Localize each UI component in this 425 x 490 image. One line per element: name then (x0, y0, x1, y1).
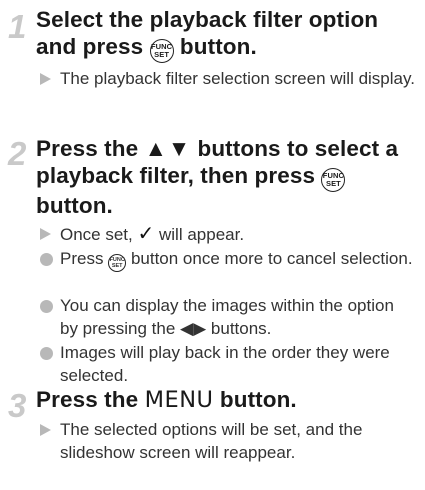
triangle-bullet-icon (40, 424, 51, 436)
circle-bullet-icon (40, 347, 53, 360)
step-1-title: Select the playback filter option and pr… (36, 6, 416, 63)
step-2-title: Press the ▲▼ buttons to select a playbac… (36, 135, 421, 219)
checkmark-icon: ✓ (137, 223, 155, 245)
step-1-result-1: The playback filter selection screen wil… (40, 68, 415, 91)
step-number-1: 1 (8, 8, 27, 45)
step-3-result-1: The selected options will be set, and th… (40, 419, 415, 464)
step-2-note-2: You can display the images within the op… (40, 295, 415, 340)
step-3-title: Press the MENU button. (36, 386, 416, 414)
step-number-3: 3 (8, 387, 27, 424)
step-1-title-part-c: button. (179, 34, 257, 59)
step-2-title-part-c: button. (36, 193, 113, 218)
func-set-button-icon: FUNC SET (321, 168, 346, 192)
step-1-title-part-b: and press (36, 34, 144, 59)
menu-button-label: MENU (144, 387, 214, 413)
step-number-2: 2 (8, 135, 27, 172)
step-1-title-part-a: Select the playback filter option (36, 7, 379, 32)
step-3-title-part-a: Press the (36, 387, 139, 412)
step-2-result-1: Once set, ✓ will appear. (40, 223, 415, 247)
triangle-bullet-icon (40, 73, 51, 85)
func-set-button-icon: FUNC SET (108, 254, 127, 272)
step-3-title-part-b: button. (219, 387, 297, 412)
up-down-arrows-icon: ▲▼ (144, 136, 192, 161)
left-right-arrows-icon: ◀▶ (180, 318, 207, 338)
circle-bullet-icon (40, 253, 53, 266)
circle-bullet-icon (40, 300, 53, 313)
step-2-note-1: Press FUNC SET button once more to cancel… (40, 248, 415, 272)
step-2-note-3: Images will play back in the order they … (40, 342, 415, 387)
triangle-bullet-icon (40, 228, 51, 240)
func-set-button-icon: FUNC SET (149, 39, 174, 63)
step-2-title-part-a: Press the (36, 136, 139, 161)
